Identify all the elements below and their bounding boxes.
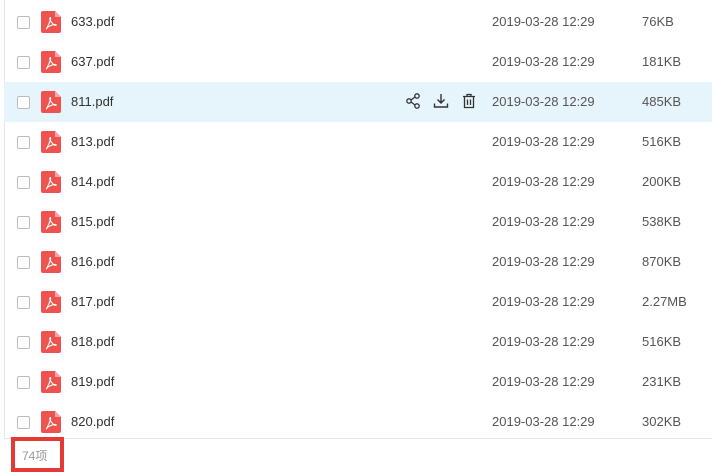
file-row[interactable]: 815.pdf 2019-03-28 12:29 538KB bbox=[4, 202, 712, 242]
pdf-file-icon bbox=[41, 131, 61, 153]
file-name[interactable]: 813.pdf bbox=[71, 134, 114, 149]
file-row[interactable]: 819.pdf 2019-03-28 12:29 231KB bbox=[4, 362, 712, 402]
row-checkbox[interactable] bbox=[17, 56, 30, 69]
file-date: 2019-03-28 12:29 bbox=[492, 174, 595, 189]
row-actions bbox=[404, 92, 478, 110]
file-name[interactable]: 814.pdf bbox=[71, 174, 114, 189]
pdf-file-icon bbox=[41, 251, 61, 273]
pdf-file-icon bbox=[41, 331, 61, 353]
file-name[interactable]: 637.pdf bbox=[71, 54, 114, 69]
pdf-file-icon bbox=[41, 11, 61, 33]
file-size: 516KB bbox=[642, 334, 682, 349]
file-size: 516KB bbox=[642, 134, 682, 149]
file-date: 2019-03-28 12:29 bbox=[492, 54, 595, 69]
file-size: 2.27MB bbox=[642, 294, 687, 309]
row-checkbox[interactable] bbox=[17, 16, 30, 29]
file-date: 2019-03-28 12:29 bbox=[492, 214, 595, 229]
file-row[interactable]: 820.pdf 2019-03-28 12:29 302KB bbox=[4, 402, 712, 442]
row-checkbox[interactable] bbox=[17, 296, 30, 309]
file-date: 2019-03-28 12:29 bbox=[492, 94, 595, 109]
file-date: 2019-03-28 12:29 bbox=[492, 294, 595, 309]
file-size: 538KB bbox=[642, 214, 682, 229]
file-name[interactable]: 811.pdf bbox=[71, 94, 113, 109]
pdf-file-icon bbox=[41, 291, 61, 313]
file-row[interactable]: 814.pdf 2019-03-28 12:29 200KB bbox=[4, 162, 712, 202]
file-size: 231KB bbox=[642, 374, 682, 389]
download-icon[interactable] bbox=[432, 92, 450, 110]
footer-divider bbox=[4, 438, 712, 439]
pdf-file-icon bbox=[41, 171, 61, 193]
file-name[interactable]: 815.pdf bbox=[71, 214, 114, 229]
pdf-file-icon bbox=[41, 51, 61, 73]
file-name[interactable]: 818.pdf bbox=[71, 334, 114, 349]
file-list: 633.pdf 2019-03-28 12:29 76KB 637.pdf 2019-… bbox=[4, 2, 712, 442]
file-row[interactable]: 637.pdf 2019-03-28 12:29 181KB bbox=[4, 42, 712, 82]
file-size: 485KB bbox=[642, 94, 682, 109]
file-date: 2019-03-28 12:29 bbox=[492, 334, 595, 349]
file-name[interactable]: 816.pdf bbox=[71, 254, 114, 269]
file-name[interactable]: 819.pdf bbox=[71, 374, 114, 389]
file-date: 2019-03-28 12:29 bbox=[492, 414, 595, 429]
file-row[interactable]: 633.pdf 2019-03-28 12:29 76KB bbox=[4, 2, 712, 42]
file-date: 2019-03-28 12:29 bbox=[492, 254, 595, 269]
file-date: 2019-03-28 12:29 bbox=[492, 374, 595, 389]
file-row[interactable]: 813.pdf 2019-03-28 12:29 516KB bbox=[4, 122, 712, 162]
file-name[interactable]: 820.pdf bbox=[71, 414, 114, 429]
row-checkbox[interactable] bbox=[17, 136, 30, 149]
pdf-file-icon bbox=[41, 411, 61, 433]
row-checkbox[interactable] bbox=[17, 376, 30, 389]
file-row[interactable]: 817.pdf 2019-03-28 12:29 2.27MB bbox=[4, 282, 712, 322]
pdf-file-icon bbox=[41, 371, 61, 393]
row-checkbox[interactable] bbox=[17, 416, 30, 429]
file-size: 181KB bbox=[642, 54, 682, 69]
share-icon[interactable] bbox=[404, 92, 422, 110]
item-count: 74项 bbox=[22, 449, 48, 463]
file-row[interactable]: 811.pdf 2019-03-28 12:29 485KB bbox=[4, 82, 712, 122]
file-name[interactable]: 817.pdf bbox=[71, 294, 114, 309]
delete-icon[interactable] bbox=[460, 92, 478, 110]
file-size: 870KB bbox=[642, 254, 682, 269]
file-name[interactable]: 633.pdf bbox=[71, 14, 114, 29]
row-checkbox[interactable] bbox=[17, 176, 30, 189]
file-date: 2019-03-28 12:29 bbox=[492, 134, 595, 149]
row-checkbox[interactable] bbox=[17, 96, 30, 109]
pdf-file-icon bbox=[41, 91, 61, 113]
file-row[interactable]: 816.pdf 2019-03-28 12:29 870KB bbox=[4, 242, 712, 282]
row-checkbox[interactable] bbox=[17, 256, 30, 269]
file-size: 200KB bbox=[642, 174, 682, 189]
file-size: 76KB bbox=[642, 14, 674, 29]
file-size: 302KB bbox=[642, 414, 682, 429]
file-row[interactable]: 818.pdf 2019-03-28 12:29 516KB bbox=[4, 322, 712, 362]
row-checkbox[interactable] bbox=[17, 336, 30, 349]
file-date: 2019-03-28 12:29 bbox=[492, 14, 595, 29]
pdf-file-icon bbox=[41, 211, 61, 233]
row-checkbox[interactable] bbox=[17, 216, 30, 229]
